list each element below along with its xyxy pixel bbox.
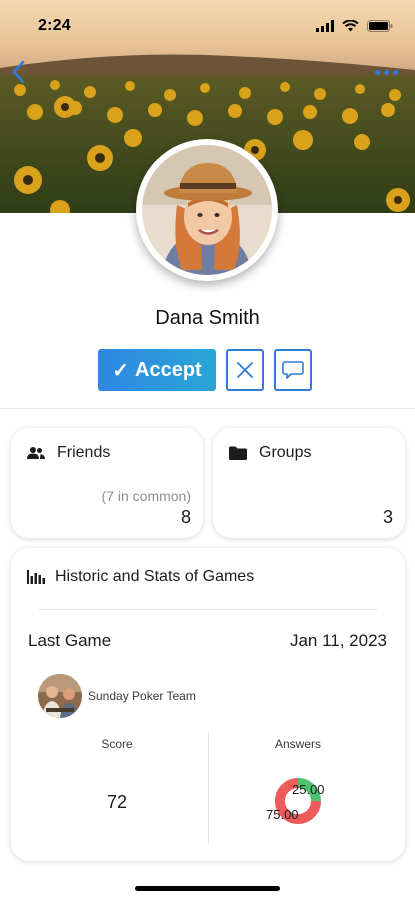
more-dots-icon [383,69,389,75]
bar-chart-icon [27,570,45,584]
message-button[interactable] [274,349,312,391]
profile-avatar [136,139,278,281]
groups-count: 3 [382,507,393,527]
status-icons [316,20,393,32]
team-avatar [38,674,82,718]
close-icon [237,362,253,378]
chat-bubble-icon [282,361,304,379]
back-button[interactable] [6,58,30,86]
accept-button[interactable]: ✓ Accept [98,349,216,391]
answers-label: Answers [274,737,321,751]
score-value: 72 [106,792,128,812]
home-indicator [135,886,280,891]
team-row[interactable]: Sunday Poker Team [38,674,196,718]
decline-button[interactable] [226,349,264,391]
last-game-label: Last Game [28,631,112,650]
status-bar: 2:24 [0,0,415,52]
chevron-left-icon [12,60,25,84]
friends-count: 8 [180,507,191,527]
answers-label-wrong: 75.00 [266,807,299,822]
check-icon: ✓ [112,359,130,382]
team-name: Sunday Poker Team [88,689,196,703]
groups-title: Groups [259,444,312,461]
last-game-date: Jan 11, 2023 [289,631,387,650]
wifi-icon [342,20,359,32]
column-divider [208,733,209,843]
more-dots-icon [374,69,380,75]
friends-in-common: (7 in common) [101,488,191,504]
groups-card[interactable]: Groups 3 [213,428,405,538]
more-dots-icon [392,69,398,75]
folder-icon [229,446,247,460]
answers-label-correct: 25.00 [292,782,325,797]
section-divider [0,408,415,409]
signal-icon [316,20,334,32]
friends-title: Friends [57,444,111,461]
score-label: Score [101,737,133,751]
status-time: 2:24 [38,17,71,34]
accept-label: Accept [135,358,202,381]
battery-icon [367,20,393,32]
action-buttons: ✓ Accept [98,349,312,391]
profile-name: Dana Smith [155,307,260,329]
more-button[interactable] [371,64,401,80]
stats-separator [39,609,377,610]
stats-title: Historic and Stats of Games [55,568,255,585]
game-stats-card: Historic and Stats of Games Last Game Ja… [11,548,405,861]
people-icon [27,447,45,459]
friends-card[interactable]: Friends (7 in common) 8 [11,428,203,538]
